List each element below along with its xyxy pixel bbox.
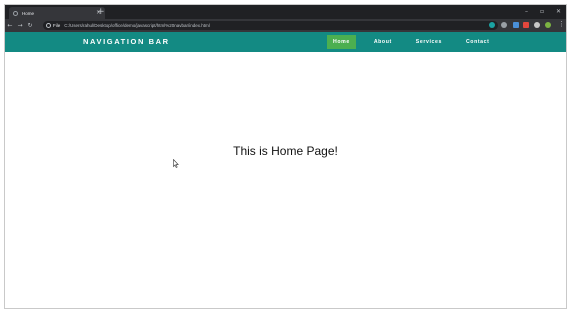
back-icon[interactable]: ← [5,22,15,29]
navigation-bar: NAVIGATION BAR Home About Services Conta… [5,32,566,52]
globe-icon [13,10,18,16]
mouse-cursor-icon [173,159,179,168]
page-heading: This is Home Page! [233,144,338,158]
new-tab-button[interactable]: + [97,6,105,18]
browser-toolbar: ← → ↻ File C:/Users/rahul/Desktop/office… [5,19,566,32]
close-window-icon[interactable]: ✕ [556,5,561,19]
minimize-icon[interactable]: – [525,5,528,19]
extension-icon[interactable] [489,22,495,28]
extension-icon[interactable] [513,22,519,28]
forward-icon[interactable]: → [15,22,25,29]
tab-strip: Home × + – ▫ ✕ [5,5,566,19]
maximize-icon[interactable]: ▫ [540,5,544,19]
page-content: This is Home Page! [5,52,566,308]
browser-window: Home × + – ▫ ✕ ← → ↻ File C:/Users/rahul… [4,4,567,309]
tab-title: Home [22,10,35,16]
reload-icon[interactable]: ↻ [25,22,35,29]
nav-link-home[interactable]: Home [327,35,356,49]
menu-icon[interactable]: ⋮ [558,20,565,28]
url-text[interactable]: C:/Users/rahul/Desktop/office/demo/javas… [64,23,209,28]
nav-link-services[interactable]: Services [410,35,448,49]
nav-link-contact[interactable]: Contact [460,35,496,49]
puzzle-icon[interactable] [534,22,540,28]
brand-title: NAVIGATION BAR [83,37,170,46]
extension-icon[interactable] [523,22,529,28]
nav-links: Home About Services Contact [327,35,507,49]
address-bar[interactable]: File C:/Users/rahul/Desktop/office/demo/… [43,21,498,30]
nav-link-about[interactable]: About [368,35,398,49]
info-icon[interactable] [46,23,51,28]
url-scheme: File [53,23,61,28]
extension-icon[interactable] [501,22,507,28]
browser-tab[interactable]: Home × [9,7,105,19]
profile-avatar[interactable] [545,22,551,28]
